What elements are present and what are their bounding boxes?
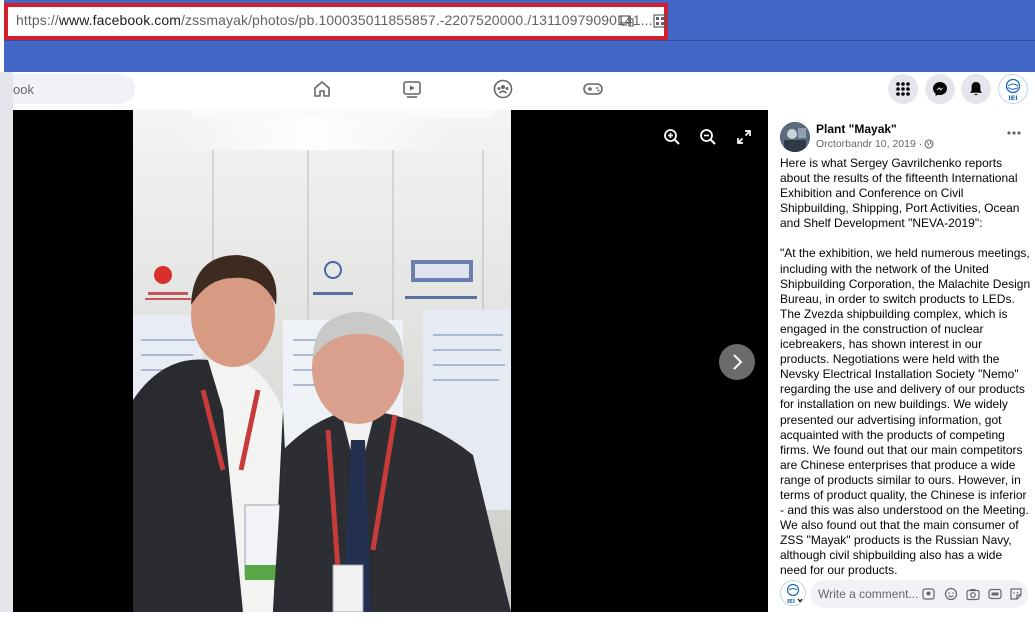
browser-toolbar: https://www.facebook.com/zssmayak/photos…	[0, 0, 1035, 72]
address-bar-url[interactable]: https://www.facebook.com/zssmayak/photos…	[16, 12, 653, 28]
facebook-top-nav: ook IEI	[0, 72, 1035, 625]
menu-grid-icon	[896, 82, 910, 96]
photo-viewer	[13, 110, 768, 612]
messenger-button[interactable]	[925, 74, 955, 104]
left-edge-strip	[0, 72, 13, 625]
search-text: ook	[13, 82, 34, 97]
next-photo-button[interactable]	[719, 344, 755, 380]
avatar-sticker-icon[interactable]	[922, 587, 936, 601]
zoom-out-icon[interactable]	[697, 126, 719, 148]
device-icon[interactable]	[618, 13, 634, 29]
zoom-in-icon[interactable]	[661, 126, 683, 148]
gif-icon[interactable]	[988, 587, 1002, 601]
chevron-right-icon	[733, 354, 743, 370]
account-logo-icon: IEI	[1005, 78, 1021, 102]
page-name[interactable]: Plant "Mayak"	[816, 122, 897, 136]
commenter-logo-icon: IEI	[786, 583, 803, 605]
home-icon[interactable]	[311, 78, 333, 100]
comment-input[interactable]: Write a comment...	[810, 580, 1028, 608]
comment-composer: IEI Write a comment...	[780, 580, 1030, 608]
search-input[interactable]: ook	[13, 74, 135, 104]
sticker-icon[interactable]	[1009, 587, 1023, 601]
screen: https://www.facebook.com/zssmayak/photos…	[0, 0, 1035, 625]
post-date[interactable]: Orctorbandr 10, 2019 ·	[816, 138, 934, 150]
page-avatar-image	[780, 122, 810, 152]
gaming-icon[interactable]	[582, 78, 604, 100]
watch-video-icon[interactable]	[401, 78, 423, 100]
post-photo[interactable]	[133, 110, 511, 612]
notifications-button[interactable]	[961, 74, 991, 104]
toolbar-divider	[4, 40, 1035, 41]
more-options-icon[interactable]	[1004, 126, 1024, 140]
exhibition-photo-image	[133, 110, 511, 612]
groups-icon[interactable]	[492, 78, 514, 100]
commenter-avatar[interactable]: IEI	[780, 580, 806, 606]
post-panel: Plant "Mayak" Orctorbandr 10, 2019 · Her…	[768, 110, 1035, 625]
post-date-text: Orctorbandr 10, 2019 ·	[816, 138, 923, 150]
post-text: Here is what Sergey Gavrilchenko reports…	[780, 156, 1031, 594]
comment-placeholder: Write a comment...	[818, 587, 919, 601]
account-badge: IEI	[1008, 94, 1017, 102]
globe-icon	[924, 139, 934, 149]
address-bar-highlight[interactable]: https://www.facebook.com/zssmayak/photos…	[4, 3, 668, 40]
page-avatar[interactable]	[780, 122, 810, 152]
menu-grid-button[interactable]	[888, 74, 918, 104]
url-path: /zssmayak/photos/pb.100035011855857.-220…	[181, 12, 653, 28]
emoji-icon[interactable]	[944, 587, 958, 601]
bell-icon	[970, 82, 982, 96]
url-prefix: https://	[16, 12, 59, 28]
camera-icon[interactable]	[966, 587, 980, 601]
viewer-bottom-strip	[0, 612, 768, 625]
apps-grid-icon[interactable]	[652, 13, 668, 29]
account-avatar[interactable]: IEI	[998, 74, 1028, 104]
fullscreen-icon[interactable]	[733, 126, 755, 148]
post-paragraph-1: Here is what Sergey Gavrilchenko reports…	[780, 156, 1020, 231]
commenter-badge: IEI	[787, 599, 795, 605]
post-paragraph-2: "At the exhibition, we held numerous mee…	[780, 246, 1031, 578]
url-host: www.facebook.com	[58, 12, 182, 28]
messenger-icon	[933, 82, 947, 96]
